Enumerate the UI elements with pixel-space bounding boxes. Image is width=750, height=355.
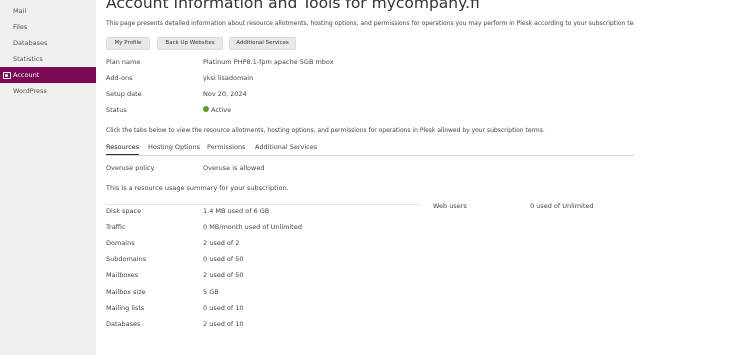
sidebar-item-label: Files bbox=[13, 23, 28, 31]
mailing-lists-label: Mailing lists bbox=[106, 304, 145, 312]
sidebar-item-account[interactable]: Account bbox=[0, 67, 96, 83]
plan-name-label: Plan name bbox=[106, 58, 141, 66]
tab-additional-services[interactable]: Additional Services bbox=[255, 143, 317, 155]
back-up-websites-button[interactable]: Back Up Websites bbox=[157, 37, 223, 50]
status-label: Status bbox=[106, 106, 127, 114]
domains-label: Domains bbox=[106, 239, 135, 247]
sidebar-item-label: Mail bbox=[13, 7, 27, 15]
tab-permissions[interactable]: Permissions bbox=[207, 143, 245, 155]
sidebar-item-label: Databases bbox=[13, 39, 48, 47]
tabs-note: Click the tabs below to view the resourc… bbox=[106, 127, 545, 134]
subdomains-label: Subdomains bbox=[106, 255, 147, 263]
overuse-policy-label: Overuse policy bbox=[106, 164, 155, 172]
status-value: Active bbox=[211, 106, 232, 114]
disk-space-label: Disk space bbox=[106, 207, 142, 215]
account-icon bbox=[3, 71, 11, 79]
additional-services-button[interactable]: Additional Services bbox=[229, 37, 296, 50]
mailbox-size-label: Mailbox size bbox=[106, 288, 146, 296]
my-profile-button[interactable]: My Profile bbox=[106, 37, 150, 50]
tab-resources[interactable]: Resources bbox=[106, 143, 140, 155]
divider bbox=[106, 204, 420, 205]
sidebar-item-label: Statistics bbox=[13, 55, 43, 63]
mailbox-size-value: 5 GB bbox=[203, 288, 219, 296]
main-content: Account Information and Tools for mycomp… bbox=[96, 0, 647, 355]
plan-name-value: Platinum PHP8.1-fpm apache 5GB mbox bbox=[203, 58, 334, 66]
overuse-policy-value: Overuse is allowed bbox=[203, 164, 265, 172]
setup-date-value: Nov 20, 2024 bbox=[203, 90, 247, 98]
databases-value: 2 used of 10 bbox=[203, 320, 244, 328]
traffic-value: 0 MB/month used of Unlimited bbox=[203, 223, 302, 231]
sidebar-item-mail[interactable]: Mail bbox=[0, 3, 96, 19]
domains-value: 2 used of 2 bbox=[203, 239, 240, 247]
disk-space-value: 1.4 MB used of 6 GB bbox=[203, 207, 270, 215]
sidebar-item-label: Account bbox=[13, 71, 40, 79]
page-margin bbox=[634, 0, 750, 355]
traffic-label: Traffic bbox=[106, 223, 126, 231]
sidebar-item-label: WordPress bbox=[13, 87, 47, 95]
status-badge: Active bbox=[203, 106, 231, 114]
sidebar-item-statistics[interactable]: Statistics bbox=[0, 51, 96, 67]
tab-bar: Resources Hosting Options Permissions Ad… bbox=[106, 143, 634, 156]
databases-label: Databases bbox=[106, 320, 141, 328]
subdomains-value: 0 used of 50 bbox=[203, 255, 244, 263]
web-users-value: 0 used of Unlimited bbox=[530, 202, 594, 210]
sidebar-item-files[interactable]: Files bbox=[0, 19, 96, 35]
web-users-label: Web users bbox=[433, 202, 467, 210]
sidebar-item-databases[interactable]: Databases bbox=[0, 35, 96, 51]
check-circle-icon bbox=[203, 106, 209, 112]
page-title: Account Information and Tools for mycomp… bbox=[106, 0, 480, 12]
sidebar-item-wordpress[interactable]: WordPress bbox=[0, 83, 96, 99]
mailboxes-value: 2 used of 50 bbox=[203, 271, 244, 279]
tab-hosting-options[interactable]: Hosting Options bbox=[148, 143, 200, 155]
setup-date-label: Setup date bbox=[106, 90, 142, 98]
addons-value: yksi lisadomain bbox=[203, 74, 254, 82]
sidebar: Mail Files Databases Statistics Account … bbox=[0, 0, 96, 355]
addons-label: Add-ons bbox=[106, 74, 133, 82]
page-description: This page presents detailed information … bbox=[106, 20, 647, 27]
mailboxes-label: Mailboxes bbox=[106, 271, 139, 279]
mailing-lists-value: 0 used of 10 bbox=[203, 304, 244, 312]
summary-text: This is a resource usage summary for you… bbox=[106, 184, 289, 192]
